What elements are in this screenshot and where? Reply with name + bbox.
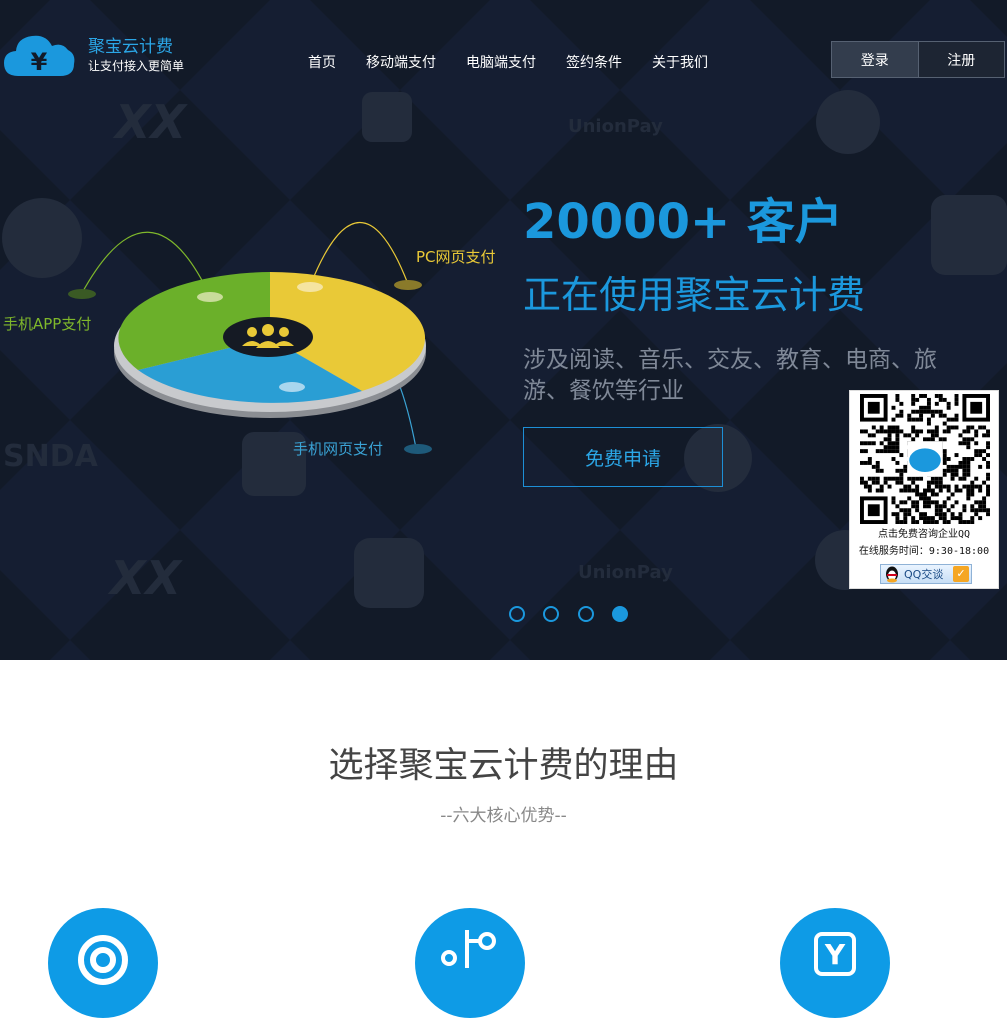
- pie-label-pc: PC网页支付: [416, 248, 496, 266]
- slider-dot-4[interactable]: [612, 606, 628, 622]
- feature-icon-signal: [48, 908, 158, 1018]
- svg-text:UnionPay: UnionPay: [568, 116, 663, 137]
- svg-text:¥: ¥: [31, 48, 48, 76]
- slider-dots: [509, 606, 629, 622]
- pie-label-mobile-web: 手机网页支付: [293, 440, 384, 458]
- hero-headline: 20000+ 客户: [523, 194, 843, 250]
- brand-name[interactable]: 聚宝云计费: [88, 37, 173, 57]
- hero-subheadline: 正在使用聚宝云计费: [523, 273, 866, 317]
- nav-item-pc-pay[interactable]: 电脑端支付: [466, 54, 536, 72]
- nav-item-home[interactable]: 首页: [308, 54, 336, 72]
- svg-text:XX: XX: [107, 551, 183, 605]
- slider-dot-3[interactable]: [578, 606, 594, 622]
- auth-buttons: 登录 注册: [831, 41, 1005, 78]
- qq-hours: 在线服务时间：9:30-18:00: [858, 546, 990, 557]
- nav-item-about-us[interactable]: 关于我们: [652, 54, 708, 72]
- feature-icon-yuan: Y: [780, 908, 890, 1018]
- svg-text:UnionPay: UnionPay: [578, 562, 673, 583]
- qq-penguin-icon: [886, 566, 898, 583]
- free-apply-button[interactable]: 免费申请: [523, 427, 723, 487]
- pie-label-app: 手机APP支付: [3, 315, 92, 333]
- qq-consult-widget: 点击免费咨询企业QQ 在线服务时间：9:30-18:00 QQ交谈 ✓: [849, 390, 999, 589]
- nav-item-mobile-pay[interactable]: 移动端支付: [366, 54, 436, 72]
- qq-chat-label: QQ交谈: [904, 568, 944, 581]
- reasons-subtitle: --六大核心优势--: [440, 806, 567, 826]
- nav-item-signing-terms[interactable]: 签约条件: [566, 54, 622, 72]
- register-button[interactable]: 注册: [917, 42, 1004, 77]
- feature-icon-network: [415, 908, 525, 1018]
- svg-text:XX: XX: [112, 95, 188, 149]
- reasons-title: 选择聚宝云计费的理由: [328, 746, 679, 786]
- svg-text:SNDA: SNDA: [3, 439, 99, 474]
- svg-text:Y: Y: [824, 938, 846, 971]
- qq-caption[interactable]: 点击免费咨询企业QQ: [850, 528, 998, 541]
- slider-dot-1[interactable]: [509, 606, 525, 622]
- slider-dot-2[interactable]: [543, 606, 559, 622]
- qq-chat-button[interactable]: QQ交谈 ✓: [880, 564, 972, 584]
- brand-slogan: 让支付接入更简单: [88, 59, 185, 73]
- qr-code[interactable]: [859, 394, 991, 524]
- verified-check-icon: ✓: [953, 566, 969, 582]
- login-button[interactable]: 登录: [832, 42, 918, 77]
- brand-logo[interactable]: ¥: [2, 30, 76, 80]
